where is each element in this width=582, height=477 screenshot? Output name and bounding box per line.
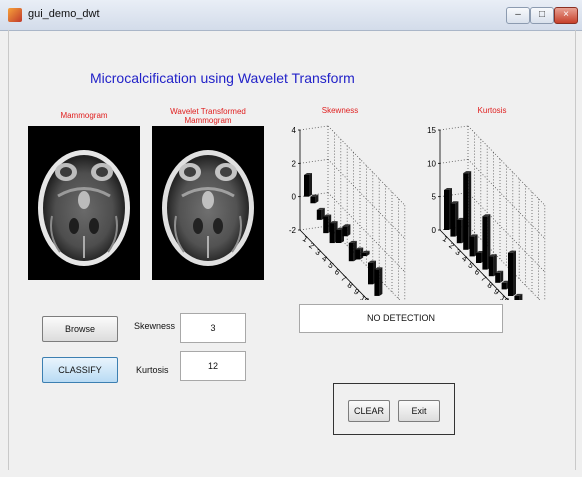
skewness-bar [342,224,351,237]
skewness-bar [310,194,319,204]
brain-scan-image [38,150,130,266]
skewness-field-label: Skewness [134,321,176,331]
app-heading: Microcalcification using Wavelet Transfo… [90,70,355,86]
skewness-bar [304,173,312,197]
kurtosis-y-tick-label: 0 [432,226,437,235]
kurtosis-y-tick-label: 5 [432,193,437,202]
window-title: gui_demo_dwt [28,8,100,20]
skewness-plot: -2024123456789101112 [289,125,406,300]
kurtosis-y-tick-label: 15 [427,126,436,135]
mammogram-image [28,126,140,280]
wavelet-brain-scan-image [162,150,254,266]
skewness-y-tick-label: 0 [292,193,297,202]
kurtosis-field-label: Kurtosis [136,365,169,375]
kurtosis-bar [514,293,523,300]
kurtosis-y-tick-label: 10 [427,159,436,168]
clear-button[interactable]: CLEAR [348,400,390,422]
maximize-icon[interactable]: □ [530,7,554,24]
result-display: NO DETECTION [299,304,503,333]
skewness-bar [374,267,383,296]
kurtosis-bar [508,250,516,296]
exit-button[interactable]: Exit [398,400,440,422]
minimize-icon[interactable]: – [506,7,530,24]
wavelet-label: Wavelet Transformed Mammogram [170,107,246,125]
kurtosis-bar [495,270,504,283]
skewness-value-field[interactable]: 3 [180,313,246,343]
skewness-y-tick-label: 4 [292,126,297,135]
matlab-app-icon [8,8,22,22]
skewness-y-tick-label: 2 [292,159,297,168]
title-bar: gui_demo_dwt – □ × [0,0,582,31]
close-icon[interactable]: × [554,7,578,24]
kurtosis-plot-label: Kurtosis [477,106,507,115]
classify-button[interactable]: CLASSIFY [42,357,118,383]
skewness-plot-label: Skewness [321,106,359,115]
mammogram-label: Mammogram [60,111,108,120]
skewness-y-tick-label: -2 [289,226,297,235]
skewness-grid [299,125,406,300]
browse-button[interactable]: Browse [42,316,118,342]
kurtosis-plot: 051015123456789101112 [427,125,546,300]
wavelet-image [152,126,264,280]
kurtosis-value-field[interactable]: 12 [180,351,246,381]
